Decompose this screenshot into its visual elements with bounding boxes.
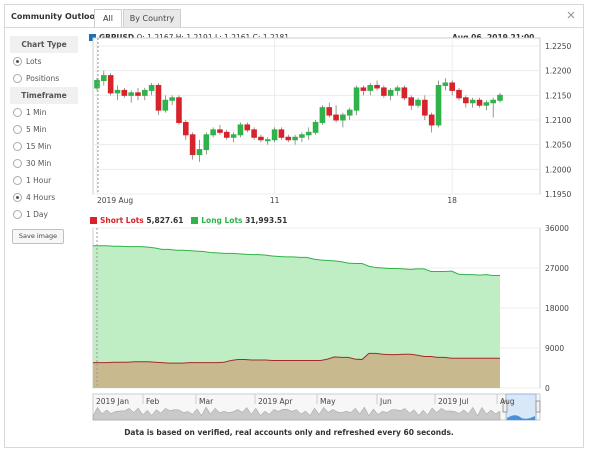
footer-note: Data is based on verified, real accounts… [124, 428, 454, 437]
lots-y-tick-label: 18000 [545, 304, 569, 313]
candle[interactable] [401, 87, 408, 99]
price-y-tick-label: 1.2250 [545, 42, 571, 51]
candle[interactable] [271, 129, 278, 141]
lots-y-tick-label: 27000 [545, 264, 569, 273]
candle[interactable] [476, 99, 483, 106]
candle[interactable] [299, 134, 305, 138]
navigator-label: Aug [500, 397, 515, 406]
candle[interactable] [319, 107, 326, 123]
candle[interactable] [128, 92, 134, 96]
candle[interactable] [258, 136, 264, 141]
candle[interactable] [422, 99, 428, 116]
candle[interactable] [155, 84, 162, 111]
candle[interactable] [101, 75, 107, 82]
candle[interactable] [135, 92, 141, 96]
candle[interactable] [182, 121, 189, 136]
candle[interactable] [497, 94, 503, 101]
candle[interactable] [114, 89, 121, 94]
candle[interactable] [237, 124, 244, 136]
candle[interactable] [148, 84, 155, 91]
price-x-tick-label: 11 [270, 196, 280, 205]
candle[interactable] [469, 99, 476, 104]
candle[interactable] [449, 82, 455, 91]
candle[interactable] [435, 84, 442, 126]
candle[interactable] [408, 97, 415, 106]
navigator-label: Jun [379, 397, 392, 406]
price-y-tick-label: 1.2100 [545, 116, 571, 125]
candle[interactable] [169, 97, 175, 101]
candle[interactable] [142, 89, 148, 96]
candle[interactable] [387, 89, 394, 96]
price-y-tick-label: 1.2050 [545, 141, 571, 150]
candle[interactable] [230, 134, 237, 138]
candle[interactable] [210, 129, 216, 136]
price-plot-frame [92, 37, 541, 195]
candle[interactable] [251, 129, 257, 138]
candle[interactable] [381, 87, 387, 96]
candle[interactable] [244, 124, 251, 131]
chart-area[interactable]: 1.2250 1.2200 1.2150 1.2100 1.2050 1.2000 1.19… [0, 0, 590, 454]
price-y-tick-label: 1.1950 [545, 190, 571, 199]
lots-y-tick-label: 36000 [545, 224, 569, 233]
price-x-tick-label: 18 [447, 196, 457, 205]
price-x-tick-label: 2019 Aug [97, 196, 133, 205]
navigator-label: May [320, 397, 336, 406]
candle[interactable] [312, 121, 319, 133]
candle[interactable] [203, 134, 210, 151]
candle[interactable] [176, 97, 182, 123]
candle[interactable] [367, 84, 374, 91]
candle[interactable] [346, 109, 353, 116]
candle[interactable] [94, 80, 100, 89]
candle[interactable] [189, 134, 196, 156]
candle[interactable] [428, 114, 435, 126]
candle[interactable] [456, 89, 462, 99]
navigator-right-handle[interactable] [535, 400, 541, 413]
price-y-tick-label: 1.2200 [545, 67, 571, 76]
candle[interactable] [162, 99, 169, 111]
navigator-label: 2019 Apr [258, 397, 293, 406]
candle[interactable] [360, 87, 367, 91]
candle[interactable] [292, 136, 298, 141]
candle[interactable] [394, 87, 401, 91]
candle[interactable] [196, 149, 203, 156]
candle[interactable] [278, 129, 285, 138]
candle[interactable] [264, 139, 271, 142]
lots-y-tick-label: 0 [545, 384, 550, 393]
navigator-label: 2019 Jul [438, 397, 469, 406]
lots-y-tick-label: 9000 [545, 344, 564, 353]
candle[interactable] [107, 75, 114, 94]
navigator-label: 2019 Jan [96, 397, 129, 406]
candle[interactable] [333, 114, 339, 121]
candle[interactable] [483, 102, 490, 106]
candle[interactable] [223, 131, 230, 138]
candle[interactable] [340, 114, 346, 121]
candle[interactable] [463, 97, 469, 104]
price-y-tick-label: 1.2150 [545, 91, 571, 100]
price-y-tick-label: 1.2000 [545, 165, 571, 174]
candle[interactable] [415, 99, 421, 106]
candle[interactable] [490, 99, 496, 104]
candle[interactable] [305, 131, 312, 136]
candle[interactable] [326, 107, 333, 116]
candle[interactable] [217, 129, 223, 133]
navigator-label: Mar [199, 397, 214, 406]
candle[interactable] [442, 82, 449, 86]
candle[interactable] [353, 87, 360, 111]
candle[interactable] [374, 84, 380, 89]
candle[interactable] [121, 89, 128, 96]
navigator-label: Feb [146, 397, 160, 406]
candle[interactable] [285, 136, 292, 141]
